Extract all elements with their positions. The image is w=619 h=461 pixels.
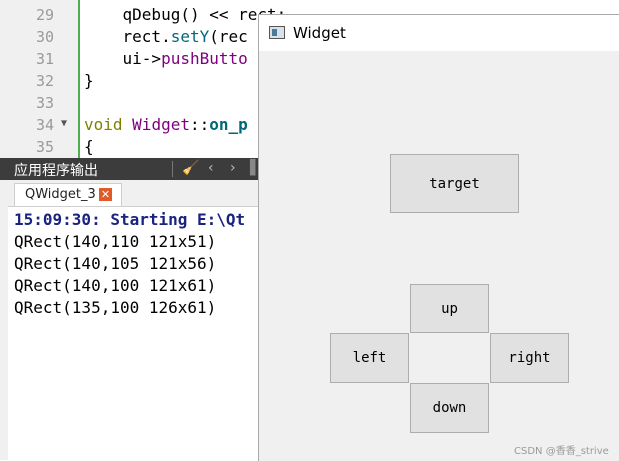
previous-arrow-icon[interactable]: ‹: [208, 160, 214, 176]
code-line-35: {: [84, 137, 94, 156]
window-title: Widget: [293, 24, 346, 42]
widget-window: Widget target up left right down: [258, 14, 619, 461]
line-number: 32: [35, 72, 54, 90]
output-line: QRect(140,110 121x51): [14, 232, 217, 251]
output-line: QRect(135,100 126x61): [14, 298, 217, 317]
fold-arrow-icon[interactable]: ▼: [61, 118, 67, 129]
close-icon[interactable]: ✕: [99, 188, 112, 201]
output-line: QRect(140,100 121x61): [14, 276, 217, 295]
line-number: 33: [35, 94, 54, 112]
output-pane-title: 应用程序输出: [14, 163, 98, 179]
output-tab-bar: QWidget_3 ✕: [0, 180, 258, 207]
right-button[interactable]: right: [490, 333, 569, 383]
code-line-30: rect.setY(rec: [84, 27, 248, 46]
left-button[interactable]: left: [330, 333, 409, 383]
change-marker-bar: [78, 0, 80, 158]
clear-output-icon[interactable]: 🧹: [182, 160, 199, 176]
line-number: 34: [35, 116, 54, 134]
code-line-29: qDebug() << rect;: [84, 5, 287, 24]
line-number: 30: [35, 28, 54, 46]
code-line-32: }: [84, 71, 94, 90]
line-number: 31: [35, 50, 54, 68]
toolbar-separator: [172, 161, 173, 177]
window-app-icon: [269, 26, 285, 39]
line-number: 29: [35, 6, 54, 24]
tab-qwidget-3[interactable]: QWidget_3 ✕: [14, 183, 122, 206]
up-button[interactable]: up: [410, 284, 489, 333]
target-button[interactable]: target: [390, 154, 519, 213]
output-pane-edge: [0, 206, 8, 460]
line-number-gutter: 29 30 31 33 34 35 32 ▼: [0, 0, 78, 158]
code-line-34: void Widget::on_p: [84, 115, 248, 134]
window-titlebar[interactable]: Widget: [259, 15, 619, 51]
code-line-31: ui->pushButto: [84, 49, 248, 68]
output-line: QRect(140,105 121x56): [14, 254, 217, 273]
output-line-starting: 15:09:30: Starting E:\Qt: [14, 210, 246, 229]
tab-label: QWidget_3: [25, 187, 96, 202]
application-output-header: 应用程序输出 🧹 ‹ › ▌: [0, 158, 261, 180]
line-number: 35: [35, 138, 54, 156]
watermark-text: CSDN @香香_strive: [514, 446, 609, 457]
next-arrow-icon[interactable]: ›: [230, 160, 236, 176]
down-button[interactable]: down: [410, 383, 489, 433]
